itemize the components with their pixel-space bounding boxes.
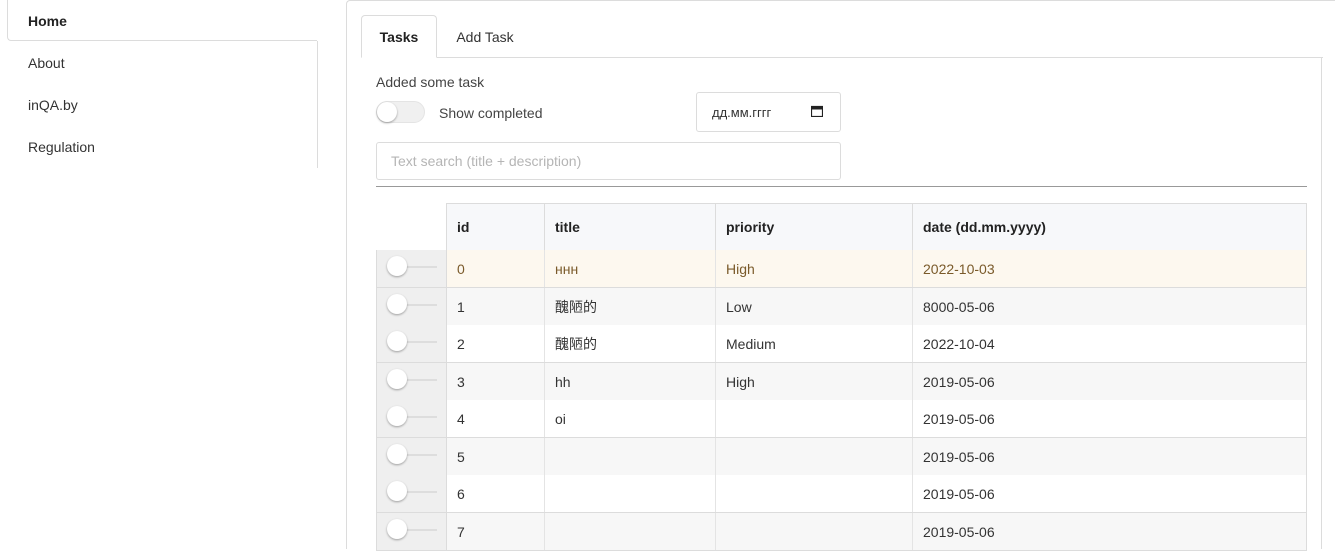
sidebar: Home About inQA.by Regulation xyxy=(0,0,318,168)
toggle-knob xyxy=(387,481,407,501)
cell-priority xyxy=(715,400,912,437)
cell-title xyxy=(544,438,715,475)
cell-title xyxy=(544,513,715,550)
row-cells: 6 2019-05-06 xyxy=(446,475,1307,513)
row-select-toggle[interactable] xyxy=(387,406,437,428)
table-header: id title priority date (dd.mm.yyyy) xyxy=(446,203,1307,251)
column-header-id[interactable]: id xyxy=(447,204,544,250)
content-border-right xyxy=(1321,57,1322,549)
row-select-toggle[interactable] xyxy=(387,256,437,278)
cell-date: 2019-05-06 xyxy=(912,363,1306,400)
search-input[interactable] xyxy=(376,142,841,180)
row-select-cell xyxy=(376,363,447,401)
row-cells: 7 2019-05-06 xyxy=(446,513,1307,551)
sidebar-item-about[interactable]: About xyxy=(28,55,65,71)
row-cells: 1 醜陋的 Low 8000-05-06 xyxy=(446,288,1307,326)
cell-date: 2019-05-06 xyxy=(912,475,1306,512)
date-filter-input[interactable]: дд.мм.гггг xyxy=(696,92,841,132)
row-select-toggle[interactable] xyxy=(387,519,437,541)
calendar-icon[interactable] xyxy=(811,105,823,117)
table-row[interactable]: 0 ннн High 2022-10-03 xyxy=(376,250,1307,288)
toggle-knob xyxy=(377,102,397,122)
show-completed-toggle[interactable] xyxy=(376,101,425,123)
cell-date: 2022-10-03 xyxy=(912,250,1306,287)
row-select-cell xyxy=(376,438,447,476)
cell-id: 3 xyxy=(457,373,465,390)
cell-priority xyxy=(715,475,912,512)
table-row[interactable]: 5 2019-05-06 xyxy=(376,438,1307,476)
row-select-cell xyxy=(376,325,447,363)
column-header-date[interactable]: date (dd.mm.yyyy) xyxy=(912,204,1306,250)
cell-id: 2 xyxy=(457,335,465,352)
status-message: Added some task xyxy=(376,74,485,90)
row-select-cell xyxy=(376,250,447,288)
cell-date: 2019-05-06 xyxy=(912,400,1306,437)
row-cells: 3 hh High 2019-05-06 xyxy=(446,363,1307,401)
row-select-cell xyxy=(376,400,447,438)
table-row[interactable]: 2 醜陋的 Medium 2022-10-04 xyxy=(376,325,1307,363)
cell-date: 2019-05-06 xyxy=(912,438,1306,475)
column-header-priority[interactable]: priority xyxy=(715,204,912,250)
cell-title: oi xyxy=(544,400,715,437)
row-select-toggle[interactable] xyxy=(387,369,437,391)
row-select-cell xyxy=(376,475,447,513)
row-select-toggle[interactable] xyxy=(387,294,437,316)
row-select-toggle[interactable] xyxy=(387,481,437,503)
cell-id: 4 xyxy=(457,410,465,427)
toggle-knob xyxy=(387,369,407,389)
toggle-knob xyxy=(387,444,407,464)
toggle-knob xyxy=(387,294,407,314)
row-select-cell xyxy=(376,288,447,326)
cell-date: 8000-05-06 xyxy=(912,288,1306,325)
cell-priority: High xyxy=(715,250,912,287)
cell-title xyxy=(544,475,715,512)
cell-priority: High xyxy=(715,363,912,400)
date-placeholder: дд.мм.гггг xyxy=(712,105,772,120)
cell-id: 5 xyxy=(457,448,465,465)
sidebar-item-regulation[interactable]: Regulation xyxy=(28,139,95,155)
cell-priority: Low xyxy=(715,288,912,325)
toggle-knob xyxy=(387,519,407,539)
cell-priority: Medium xyxy=(715,325,912,362)
row-cells: 0 ннн High 2022-10-03 xyxy=(446,250,1307,288)
toggle-knob xyxy=(387,256,407,276)
sidebar-item-label: Home xyxy=(28,13,67,29)
tab-tasks[interactable]: Tasks xyxy=(361,15,437,58)
sidebar-divider xyxy=(317,41,318,168)
cell-id: 1 xyxy=(457,298,465,315)
cell-title: 醜陋的 xyxy=(544,288,715,325)
row-cells: 4 oi 2019-05-06 xyxy=(446,400,1307,438)
cell-priority xyxy=(715,438,912,475)
cell-title: hh xyxy=(544,363,715,400)
sidebar-item-home[interactable]: Home xyxy=(7,0,317,41)
table-row[interactable]: 6 2019-05-06 xyxy=(376,475,1307,513)
show-completed-label: Show completed xyxy=(439,105,543,121)
row-select-toggle[interactable] xyxy=(387,444,437,466)
filter-divider xyxy=(376,186,1307,187)
row-cells: 2 醜陋的 Medium 2022-10-04 xyxy=(446,325,1307,363)
cell-title: ннн xyxy=(544,250,715,287)
cell-id: 7 xyxy=(457,523,465,540)
toggle-knob xyxy=(387,331,407,351)
sidebar-item-inqa[interactable]: inQA.by xyxy=(28,97,78,113)
column-header-title[interactable]: title xyxy=(544,204,715,250)
cell-date: 2019-05-06 xyxy=(912,513,1306,550)
table-row[interactable]: 1 醜陋的 Low 8000-05-06 xyxy=(376,288,1307,326)
cell-id: 6 xyxy=(457,485,465,502)
row-cells: 5 2019-05-06 xyxy=(446,438,1307,476)
toggle-knob xyxy=(387,406,407,426)
tab-add-task[interactable]: Add Task xyxy=(446,15,524,58)
table-row[interactable]: 4 oi 2019-05-06 xyxy=(376,400,1307,438)
cell-id: 0 xyxy=(457,260,465,277)
cell-priority xyxy=(715,513,912,550)
row-select-toggle[interactable] xyxy=(387,331,437,353)
table-row[interactable]: 7 2019-05-06 xyxy=(376,513,1307,551)
row-select-cell xyxy=(376,513,447,551)
table-row[interactable]: 3 hh High 2019-05-06 xyxy=(376,363,1307,401)
cell-date: 2022-10-04 xyxy=(912,325,1306,362)
cell-title: 醜陋的 xyxy=(544,325,715,362)
